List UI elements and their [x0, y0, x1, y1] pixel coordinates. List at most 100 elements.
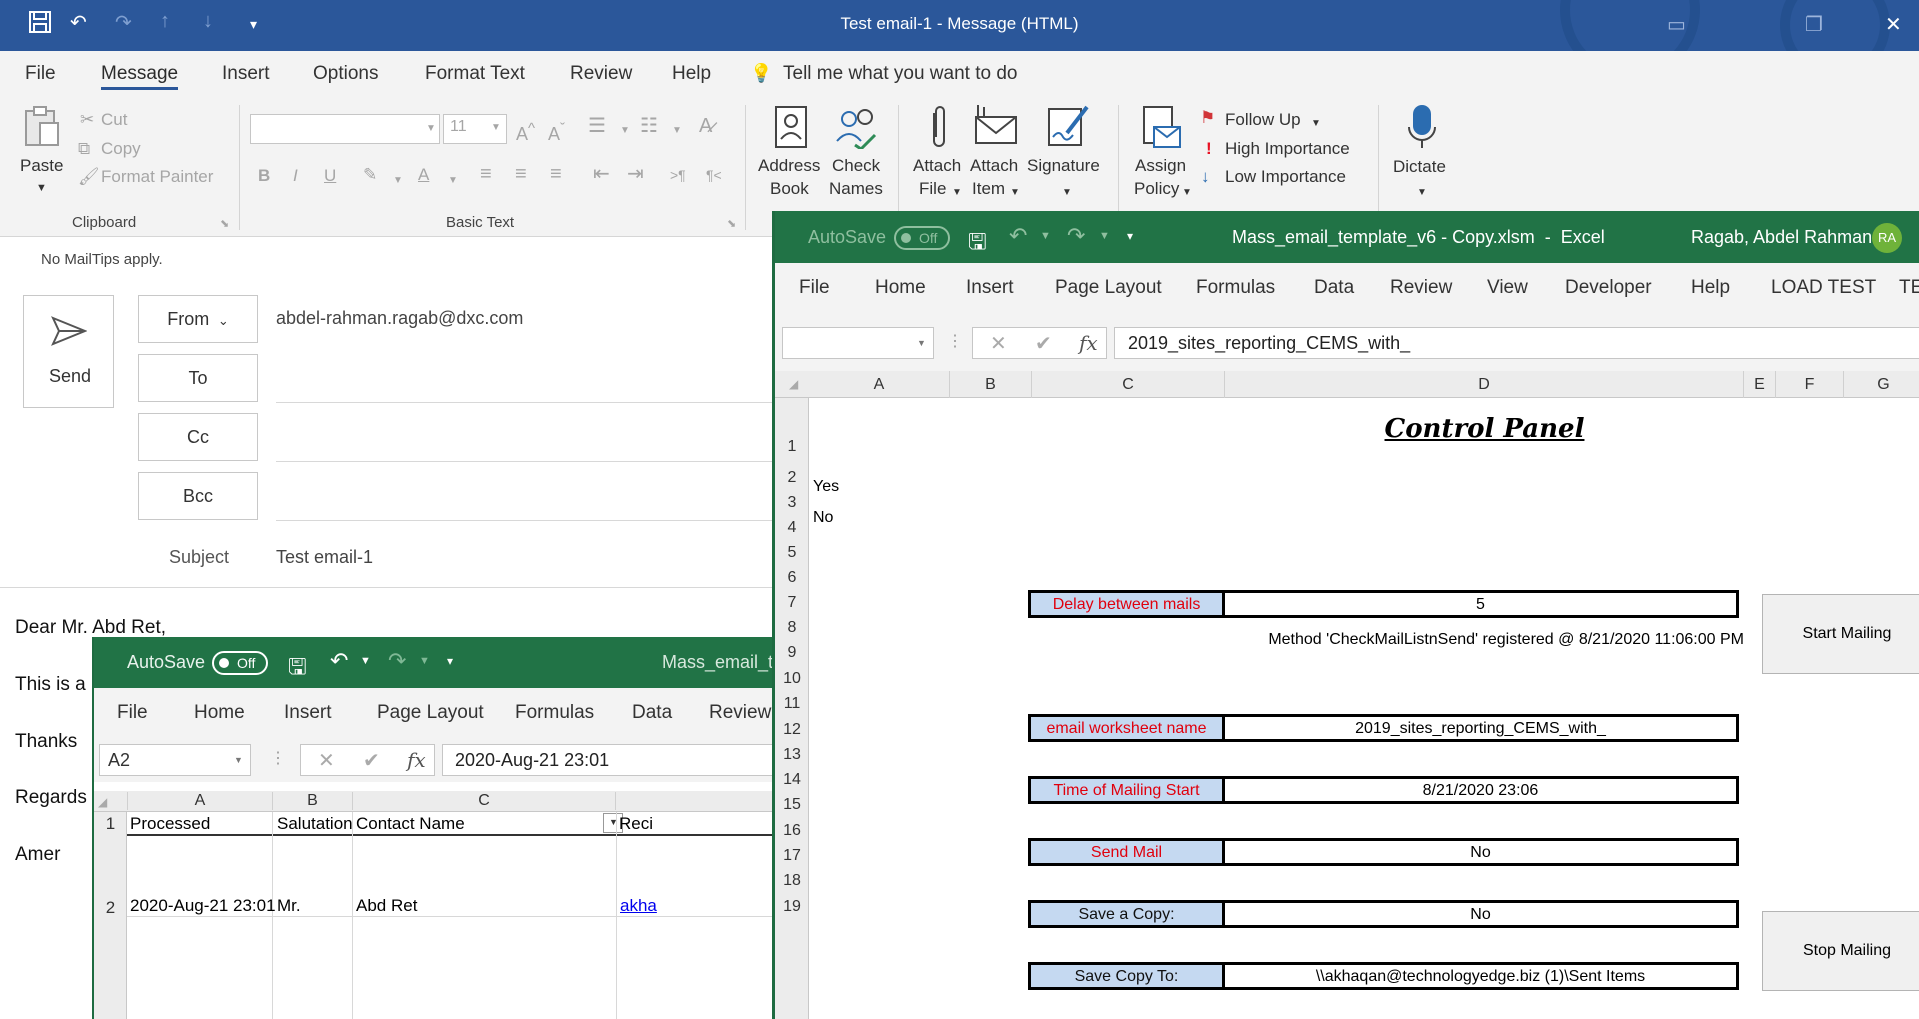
- row-header[interactable]: 15: [775, 796, 809, 814]
- tab-formulas[interactable]: Formulas: [1196, 277, 1275, 299]
- row-header[interactable]: 8: [775, 619, 809, 637]
- body-line[interactable]: Amer: [15, 844, 60, 866]
- to-field[interactable]: [276, 402, 775, 403]
- body-line[interactable]: Thanks: [15, 731, 77, 753]
- cell-a3[interactable]: No: [813, 509, 833, 527]
- column-header[interactable]: A: [809, 371, 950, 398]
- function-icon[interactable]: fx: [1079, 331, 1098, 355]
- to-button[interactable]: To: [138, 354, 258, 402]
- customize-qat-icon[interactable]: ▾: [1127, 229, 1133, 243]
- table-cell[interactable]: 2020-Aug-21 23:01: [130, 896, 276, 916]
- dialog-launcher-icon[interactable]: ⬊: [220, 213, 229, 236]
- stop-mailing-button[interactable]: Stop Mailing: [1762, 911, 1919, 991]
- tab-format-text[interactable]: Format Text: [425, 63, 525, 85]
- tab-te[interactable]: TE: [1899, 277, 1919, 299]
- tell-me-search[interactable]: Tell me what you want to do: [783, 63, 1017, 85]
- row-header[interactable]: 13: [775, 746, 809, 764]
- send-mail-value[interactable]: No: [1222, 838, 1739, 866]
- tab-file[interactable]: File: [25, 63, 56, 85]
- cc-button[interactable]: Cc: [138, 413, 258, 461]
- body-line[interactable]: Regards: [15, 787, 87, 809]
- save-icon[interactable]: 🖫: [288, 650, 307, 688]
- row-header[interactable]: 1: [775, 438, 809, 456]
- cut-button[interactable]: Cut: [101, 108, 127, 131]
- tab-formulas[interactable]: Formulas: [515, 702, 594, 724]
- bcc-field[interactable]: [276, 520, 775, 521]
- row-header[interactable]: 16: [775, 822, 809, 840]
- row-header[interactable]: 17: [775, 847, 809, 865]
- start-mailing-button[interactable]: Start Mailing: [1762, 594, 1919, 674]
- font-name-box[interactable]: [250, 114, 440, 144]
- tab-insert[interactable]: Insert: [222, 63, 270, 85]
- subject-field[interactable]: Test email-1: [276, 547, 373, 568]
- tab-review[interactable]: Review: [1390, 277, 1452, 299]
- high-importance-button[interactable]: High Importance: [1225, 137, 1350, 160]
- tab-page-layout[interactable]: Page Layout: [377, 702, 484, 724]
- column-header[interactable]: C: [1032, 371, 1225, 398]
- table-header-cell[interactable]: Processed: [130, 814, 210, 834]
- tab-file[interactable]: File: [117, 702, 148, 724]
- tab-help[interactable]: Help: [1691, 277, 1730, 299]
- row-header[interactable]: 2: [94, 898, 127, 918]
- autosave-toggle[interactable]: Off: [894, 226, 950, 250]
- row-header[interactable]: 5: [775, 544, 809, 562]
- formula-input[interactable]: 2019_sites_reporting_CEMS_with_: [1114, 327, 1919, 359]
- row-header[interactable]: 2: [775, 469, 809, 487]
- tab-help[interactable]: Help: [672, 63, 711, 85]
- worksheet-name-value[interactable]: 2019_sites_reporting_CEMS_with_: [1222, 714, 1739, 742]
- tab-data[interactable]: Data: [1314, 277, 1354, 299]
- customize-qat-icon[interactable]: ▾: [447, 654, 453, 668]
- from-button[interactable]: From ⌄: [138, 295, 258, 343]
- row-header[interactable]: 7: [775, 594, 809, 612]
- autosave-toggle[interactable]: Off: [212, 651, 268, 675]
- tab-view[interactable]: View: [1487, 277, 1528, 299]
- cc-field[interactable]: [276, 461, 775, 462]
- column-header[interactable]: A: [127, 792, 272, 810]
- column-header[interactable]: B: [950, 371, 1032, 398]
- copy-button[interactable]: Copy: [101, 137, 141, 160]
- bcc-button[interactable]: Bcc: [138, 472, 258, 520]
- table-header-cell[interactable]: Reci: [619, 814, 653, 834]
- name-box[interactable]: ▼: [782, 327, 934, 359]
- save-copy-value[interactable]: No: [1222, 900, 1739, 928]
- row-header[interactable]: 18: [775, 872, 809, 890]
- table-header-cell[interactable]: Salutation: [277, 814, 353, 834]
- tab-data[interactable]: Data: [632, 702, 672, 724]
- row-header[interactable]: 3: [775, 494, 809, 512]
- low-importance-button[interactable]: Low Importance: [1225, 165, 1346, 188]
- close-icon[interactable]: ✕: [1885, 12, 1902, 37]
- font-size-box[interactable]: 11 ▼: [443, 114, 507, 144]
- row-header[interactable]: 11: [775, 695, 809, 713]
- follow-up-button[interactable]: Follow Up: [1225, 108, 1301, 131]
- name-box[interactable]: A2 ▼: [99, 744, 251, 776]
- column-header[interactable]: D: [1225, 371, 1744, 398]
- format-painter-button[interactable]: Format Painter: [101, 165, 213, 188]
- ribbon-display-icon[interactable]: ▭: [1667, 12, 1686, 37]
- save-copy-to-value[interactable]: \\akhaqan@technologyedge.biz (1)\Sent It…: [1222, 962, 1739, 990]
- table-cell[interactable]: Abd Ret: [356, 896, 417, 916]
- undo-icon[interactable]: ↶: [330, 648, 348, 674]
- body-line[interactable]: Dear Mr. Abd Ret,: [15, 617, 166, 639]
- tab-home[interactable]: Home: [875, 277, 926, 299]
- dialog-launcher-icon[interactable]: ⬊: [727, 213, 736, 236]
- send-button[interactable]: Send: [23, 295, 114, 408]
- tab-developer[interactable]: Developer: [1565, 277, 1652, 299]
- tab-file[interactable]: File: [799, 277, 830, 299]
- tab-review[interactable]: Review: [570, 63, 632, 85]
- tab-home[interactable]: Home: [194, 702, 245, 724]
- row-header[interactable]: 4: [775, 519, 809, 537]
- tab-options[interactable]: Options: [313, 63, 378, 85]
- select-all-icon[interactable]: ◢: [789, 377, 798, 391]
- select-all-icon[interactable]: ◢: [98, 795, 107, 809]
- column-header[interactable]: C: [352, 792, 616, 810]
- formula-input[interactable]: 2020-Aug-21 23:01: [442, 744, 775, 776]
- row-header[interactable]: 12: [775, 721, 809, 739]
- column-header[interactable]: E: [1744, 371, 1776, 398]
- column-header[interactable]: F: [1776, 371, 1844, 398]
- tab-insert[interactable]: Insert: [284, 702, 332, 724]
- tab-message[interactable]: Message: [101, 63, 179, 90]
- tab-page-layout[interactable]: Page Layout: [1055, 277, 1162, 299]
- save-icon[interactable]: 🖫: [968, 225, 987, 263]
- mailing-start-value[interactable]: 8/21/2020 23:06: [1222, 776, 1739, 804]
- avatar[interactable]: RA: [1872, 223, 1902, 253]
